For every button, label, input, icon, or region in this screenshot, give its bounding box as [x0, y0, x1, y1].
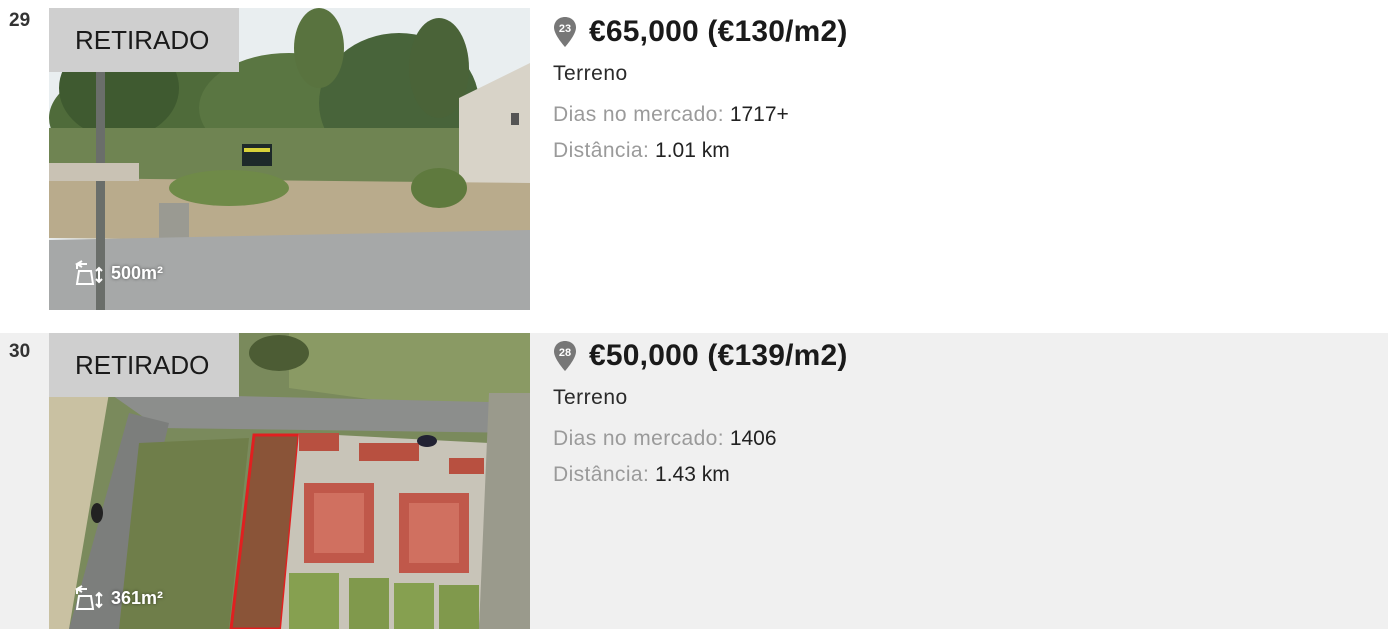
- listing-index: 29: [9, 10, 31, 31]
- map-pin-icon[interactable]: 23: [553, 16, 577, 48]
- property-type: Terreno: [553, 386, 628, 409]
- listing-price[interactable]: €50,000 (€139/m2): [589, 339, 848, 373]
- map-marker-number: 23: [559, 23, 571, 35]
- listing-card[interactable]: 30 RETIRADO 361m² 28 €50,000 (€139/m2) T…: [0, 333, 1388, 629]
- area-tag: 500m²: [75, 260, 163, 286]
- area-value: 500m²: [111, 262, 164, 283]
- map-marker-number: 28: [559, 347, 571, 359]
- map-pin-icon[interactable]: 28: [553, 340, 577, 372]
- days-on-market: Dias no mercado: 1406: [553, 427, 848, 451]
- distance-label: Distância:: [553, 463, 650, 486]
- days-on-market: Dias no mercado: 1717+: [553, 103, 848, 127]
- listing-price[interactable]: €65,000 (€130/m2): [589, 15, 848, 49]
- distance: Distância: 1.01 km: [553, 139, 848, 163]
- status-badge: RETIRADO: [49, 8, 239, 72]
- property-type: Terreno: [553, 62, 628, 85]
- distance-value: 1.01 km: [655, 139, 730, 162]
- days-value: 1717+: [729, 103, 789, 126]
- listing-card[interactable]: 29 RETIRADO 500m² 23 €65,000 (€130/m2) T…: [0, 0, 1388, 318]
- days-label: Dias no mercado:: [553, 103, 724, 126]
- distance: Distância: 1.43 km: [553, 463, 848, 487]
- distance-label: Distância:: [553, 139, 650, 162]
- days-value: 1406: [729, 427, 777, 450]
- area-resize-icon: [75, 260, 103, 285]
- distance-value: 1.43 km: [655, 463, 730, 486]
- listing-info: 23 €65,000 (€130/m2) Terreno Dias no mer…: [553, 12, 848, 163]
- status-badge: RETIRADO: [49, 333, 239, 397]
- area-resize-icon: [75, 585, 103, 610]
- area-value: 361m²: [111, 587, 164, 608]
- listing-info: 28 €50,000 (€139/m2) Terreno Dias no mer…: [553, 336, 848, 487]
- listing-index: 30: [9, 341, 31, 362]
- days-label: Dias no mercado:: [553, 427, 724, 450]
- area-tag: 361m²: [75, 585, 163, 611]
